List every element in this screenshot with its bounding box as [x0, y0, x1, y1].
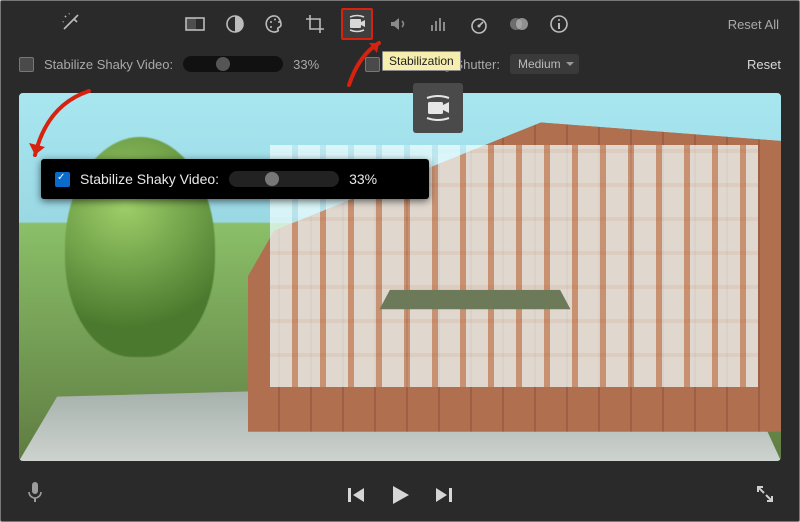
info-icon[interactable]	[545, 10, 573, 38]
reset-button[interactable]: Reset	[747, 57, 781, 72]
fullscreen-icon[interactable]	[755, 484, 775, 509]
toolbar-icons	[181, 8, 573, 40]
overlay-icon[interactable]	[505, 10, 533, 38]
crop-icon[interactable]	[301, 10, 329, 38]
stabilize-popup-slider[interactable]	[229, 171, 339, 187]
aspect-icon[interactable]	[181, 10, 209, 38]
stabilize-label: Stabilize Shaky Video:	[44, 57, 173, 72]
stabilize-popup: Stabilize Shaky Video: 33%	[41, 159, 429, 199]
playback-controls	[1, 473, 799, 521]
imovie-adjustments-panel: Reset All Stabilize Shaky Video: 33% Fix…	[0, 0, 800, 522]
stabilize-checkbox[interactable]	[19, 57, 34, 72]
next-button[interactable]	[434, 485, 454, 510]
wand-icon[interactable]	[60, 11, 82, 38]
rolling-shutter-dropdown[interactable]: Medium	[510, 54, 579, 74]
stabilization-icon[interactable]	[341, 8, 373, 40]
stabilize-value: 33%	[293, 57, 327, 72]
stabilization-icon-large	[413, 83, 463, 133]
microphone-icon[interactable]	[25, 480, 45, 509]
speed-icon[interactable]	[465, 10, 493, 38]
rolling-shutter-checkbox[interactable]	[365, 57, 380, 72]
palette-icon[interactable]	[261, 10, 289, 38]
stabilize-checkbox-checked[interactable]	[55, 172, 70, 187]
reset-all-button[interactable]: Reset All	[728, 17, 779, 32]
stabilization-tooltip: Stabilization	[382, 51, 461, 71]
prev-button[interactable]	[346, 485, 366, 510]
toolbar: Reset All	[1, 1, 799, 47]
equalizer-icon[interactable]	[425, 10, 453, 38]
stabilize-popup-value: 33%	[349, 171, 383, 187]
contrast-icon[interactable]	[221, 10, 249, 38]
toolbar-left	[1, 11, 141, 38]
audio-icon[interactable]	[385, 10, 413, 38]
play-button[interactable]	[388, 483, 412, 512]
stabilize-slider[interactable]	[183, 56, 283, 72]
stabilize-popup-label: Stabilize Shaky Video:	[80, 171, 219, 187]
video-preview[interactable]	[19, 93, 781, 461]
